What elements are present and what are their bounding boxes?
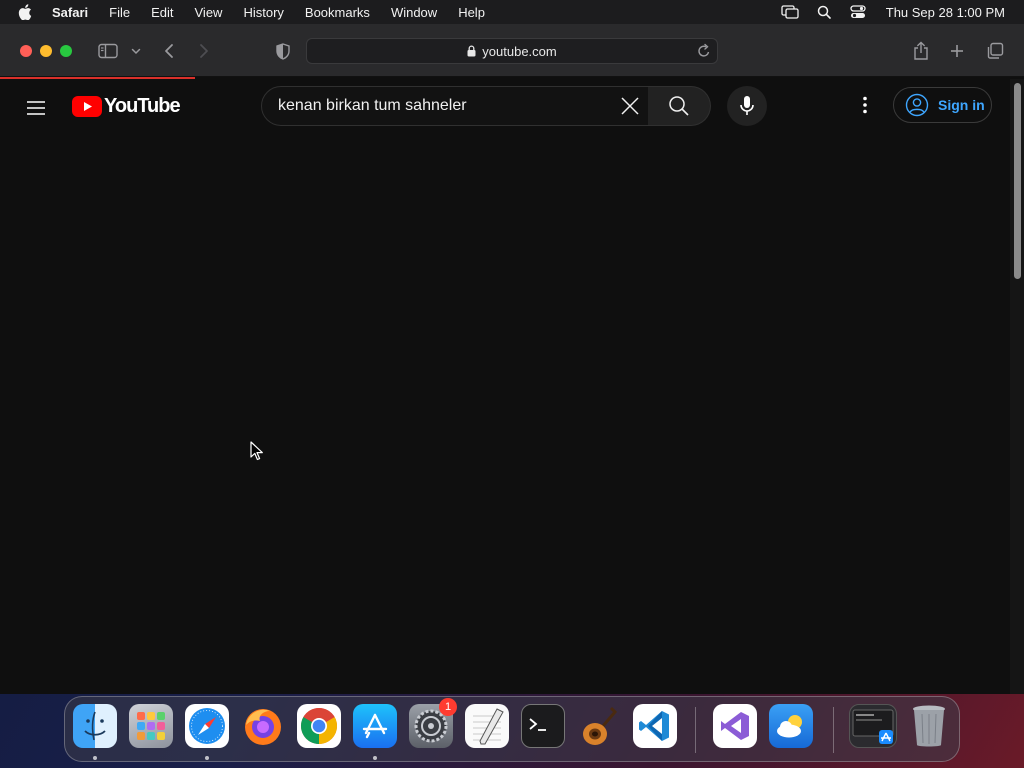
lock-icon xyxy=(467,45,476,57)
search-button[interactable] xyxy=(648,86,711,126)
running-indicator xyxy=(205,756,209,760)
dock-separator xyxy=(833,707,834,753)
menu-bar: Safari File Edit View History Bookmarks … xyxy=(0,0,1024,24)
clear-search-icon[interactable] xyxy=(618,94,642,118)
minimize-window-button[interactable] xyxy=(40,45,52,57)
running-indicator xyxy=(373,756,377,760)
spotlight-search-icon[interactable] xyxy=(814,0,834,24)
trash-icon[interactable] xyxy=(907,704,951,748)
garageband-app-icon[interactable] xyxy=(577,704,621,748)
guide-menu-icon[interactable] xyxy=(24,96,48,120)
dock: 1 xyxy=(64,696,960,762)
system-settings-app-icon[interactable]: 1 xyxy=(409,698,457,748)
apple-menu-icon[interactable] xyxy=(18,0,38,24)
new-tab-icon[interactable] xyxy=(948,40,966,62)
sidebar-icon[interactable] xyxy=(96,40,120,62)
voice-search-button[interactable] xyxy=(727,86,767,126)
visual-studio-app-icon[interactable] xyxy=(713,704,757,748)
address-bar[interactable]: youtube.com xyxy=(306,38,718,64)
safari-window: youtube.com YouTube kenan birkan tum sah… xyxy=(0,24,1024,694)
address-text: youtube.com xyxy=(482,43,557,59)
terminal-app-icon[interactable] xyxy=(521,704,565,748)
youtube-page: YouTube Sign in xyxy=(0,79,1010,694)
sign-in-label: Sign in xyxy=(938,97,985,113)
sign-in-button[interactable]: Sign in xyxy=(893,87,992,123)
close-window-button[interactable] xyxy=(20,45,32,57)
dock-separator xyxy=(695,707,696,753)
back-icon[interactable] xyxy=(160,40,178,62)
menu-bookmarks[interactable]: Bookmarks xyxy=(305,5,370,20)
privacy-shield-icon[interactable] xyxy=(274,40,292,62)
more-options-icon[interactable] xyxy=(853,93,877,117)
youtube-play-logo-icon xyxy=(72,95,102,117)
textedit-app-icon[interactable] xyxy=(465,704,509,748)
app-store-app-icon[interactable] xyxy=(353,704,397,748)
forward-icon[interactable] xyxy=(195,40,213,62)
firefox-app-icon[interactable] xyxy=(241,704,285,748)
menu-view[interactable]: View xyxy=(195,5,223,20)
menu-history[interactable]: History xyxy=(243,5,283,20)
zoom-window-button[interactable] xyxy=(60,45,72,57)
share-icon[interactable] xyxy=(912,40,930,62)
mouse-cursor-icon xyxy=(250,441,263,461)
search-icon xyxy=(669,96,689,116)
safari-app-icon[interactable] xyxy=(185,704,229,748)
tab-overview-icon[interactable] xyxy=(985,40,1005,62)
control-center-icon[interactable] xyxy=(848,0,868,24)
downloads-stack-icon[interactable] xyxy=(849,704,897,748)
search-input[interactable] xyxy=(262,87,602,125)
notification-badge: 1 xyxy=(439,698,457,716)
weather-app-icon[interactable] xyxy=(769,704,813,748)
microphone-icon xyxy=(740,96,754,115)
running-indicator xyxy=(93,756,97,760)
finder-app-icon[interactable] xyxy=(73,704,117,748)
youtube-logo-text: YouTube xyxy=(104,94,181,117)
launchpad-app-icon[interactable] xyxy=(129,704,173,748)
menu-help[interactable]: Help xyxy=(458,5,485,20)
menu-window[interactable]: Window xyxy=(391,5,437,20)
safari-toolbar: youtube.com xyxy=(0,24,1024,77)
menu-clock[interactable]: Thu Sep 28 1:00 PM xyxy=(886,5,1005,20)
search-box xyxy=(261,86,649,126)
chrome-app-icon[interactable] xyxy=(297,704,341,748)
youtube-logo[interactable]: YouTube xyxy=(72,94,181,117)
screen-mirroring-icon[interactable] xyxy=(780,0,800,24)
vscode-app-icon[interactable] xyxy=(633,704,677,748)
menu-app-name[interactable]: Safari xyxy=(52,5,88,20)
chevron-down-icon[interactable] xyxy=(129,40,143,62)
menu-edit[interactable]: Edit xyxy=(151,5,173,20)
menu-file[interactable]: File xyxy=(109,5,130,20)
scrollbar-thumb[interactable] xyxy=(1014,83,1021,279)
account-circle-icon xyxy=(905,93,929,117)
reload-icon[interactable] xyxy=(697,43,711,59)
